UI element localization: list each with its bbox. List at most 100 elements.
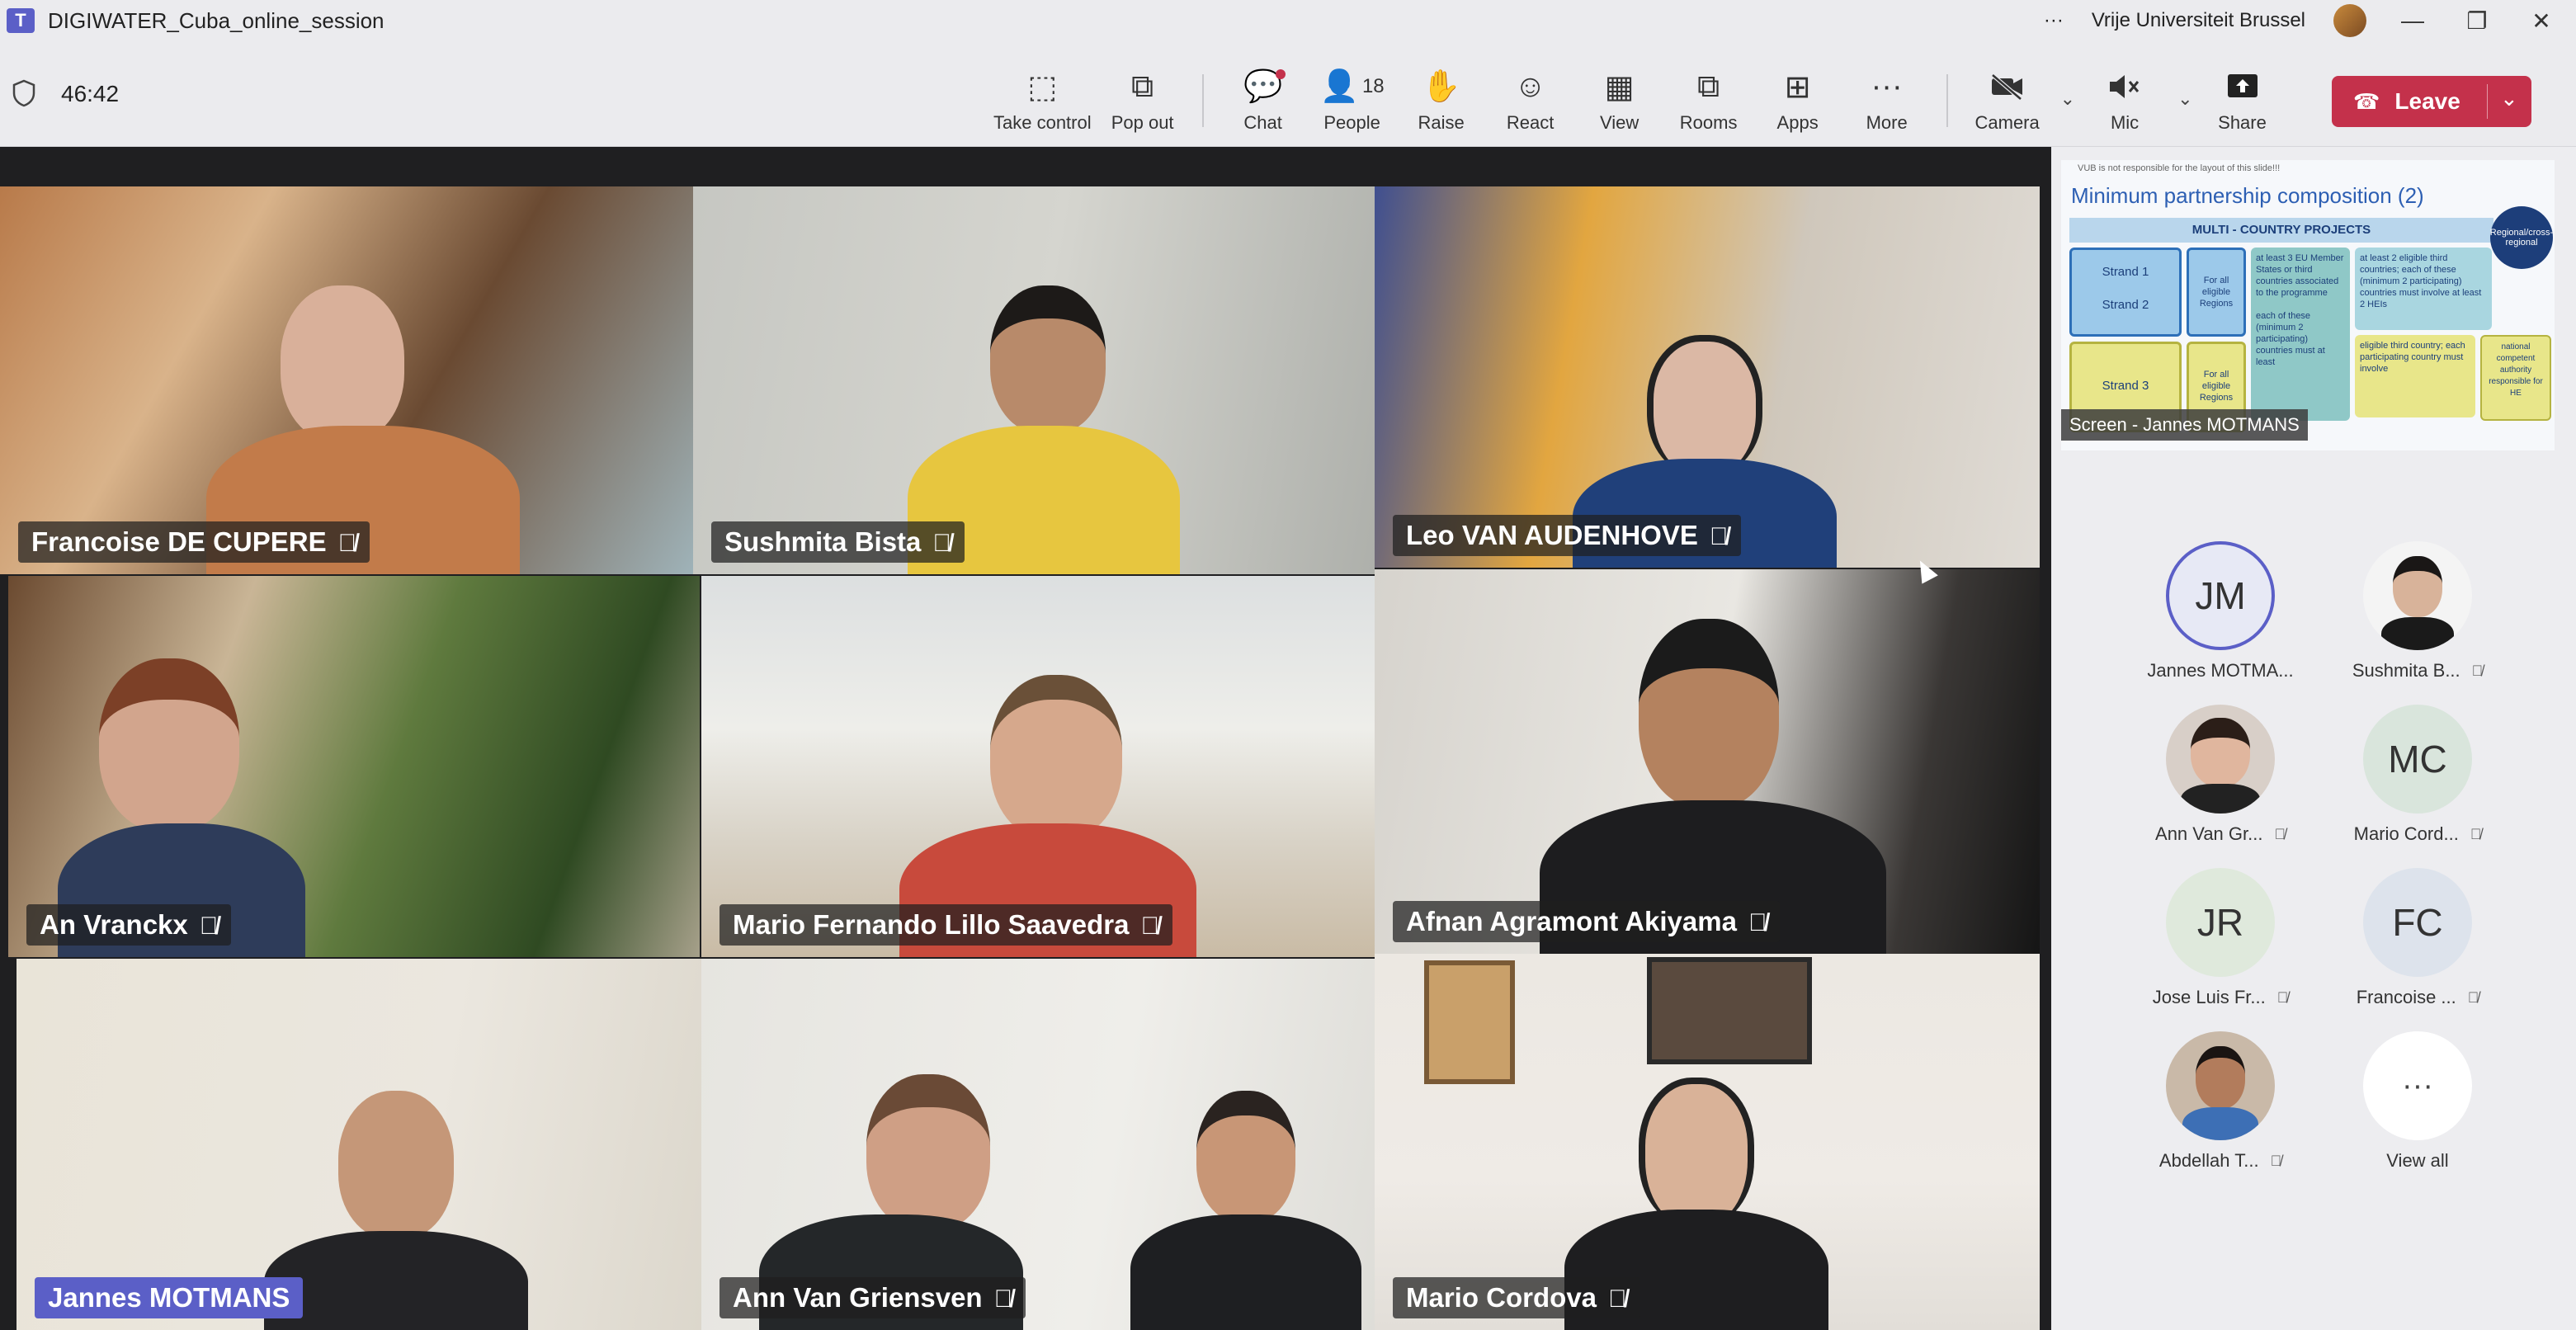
meeting-toolbar: 46:42 ⬚ Take control ⧉ Pop out 💬 Chat 👤 1… [0, 41, 2576, 147]
mic-button[interactable]: Mic [2080, 66, 2169, 140]
mic-muted-icon: 🎙̸ [337, 530, 357, 557]
mic-muted-icon: 🎙̸ [1709, 523, 1729, 550]
leave-button[interactable]: ☎ Leave ⌄ [2332, 76, 2531, 127]
participant-name: Afnan Agramont Akiyama [1406, 906, 1737, 936]
view-all-button[interactable]: ··· View all [2327, 1031, 2508, 1172]
mic-muted-icon: 🎙̸ [2270, 1152, 2282, 1169]
participant-name: Mario Cordova [1406, 1282, 1597, 1313]
video-tile[interactable]: An Vranckx 🎙̸ [8, 576, 700, 957]
more-options-button[interactable]: ··· [2044, 9, 2064, 32]
camera-off-icon [1991, 73, 2022, 101]
roster-participant[interactable]: MC Mario Cord... 🎙̸ [2327, 705, 2508, 845]
roster-participant[interactable]: Sushmita B... 🎙̸ [2327, 541, 2508, 682]
participant-name: Sushmita Bista [724, 526, 922, 557]
video-tile[interactable]: Jannes MOTMANS [17, 959, 701, 1330]
slide-eligible-cell: For all eligible Regions [2187, 248, 2246, 337]
mic-muted-icon: 🎙̸ [2274, 825, 2286, 842]
avatar: FC [2363, 868, 2472, 977]
mic-muted-icon: 🎙̸ [993, 1285, 1013, 1313]
participant-name: Francoise DE CUPERE [31, 526, 327, 557]
rooms-button[interactable]: ⧉ Rooms [1664, 66, 1753, 140]
chat-button[interactable]: 💬 Chat [1219, 66, 1308, 140]
pop-out-button[interactable]: ⧉ Pop out [1098, 66, 1187, 140]
raise-hand-button[interactable]: ✋ Raise [1397, 66, 1486, 140]
participant-name: An Vranckx [40, 909, 188, 940]
raise-hand-icon: ✋ [1421, 69, 1461, 104]
slide-band: MULTI - COUNTRY PROJECTS [2069, 218, 2493, 243]
view-button[interactable]: ▦ View [1575, 66, 1664, 140]
video-tile[interactable]: Mario Cordova 🎙̸ [1375, 954, 2040, 1330]
video-tile[interactable]: Francoise DE CUPERE 🎙̸ [0, 186, 693, 574]
mic-muted-icon: 🎙̸ [2276, 988, 2289, 1006]
video-tile[interactable]: Mario Fernando Lillo Saavedra 🎙̸ [701, 576, 1375, 957]
more-icon: ··· [1871, 68, 1903, 104]
hang-up-icon: ☎ [2353, 88, 2380, 114]
screen-share-label: Screen - Jannes MOTMANS [2061, 409, 2308, 441]
slide-cell: eligible third country; each participati… [2355, 335, 2475, 417]
user-avatar[interactable] [2333, 4, 2366, 37]
maximize-icon[interactable]: ❐ [2459, 7, 2495, 35]
roster-participant[interactable]: Abdellah T... 🎙̸ [2114, 1031, 2327, 1172]
mic-muted-icon: 🎙̸ [1140, 913, 1159, 940]
leave-options-chevron-icon[interactable]: ⌄ [2500, 86, 2518, 111]
meeting-timer: 46:42 [61, 81, 120, 106]
avatar: MC [2363, 705, 2472, 814]
take-control-button[interactable]: ⬚ Take control [987, 66, 1098, 140]
mic-muted-icon: 🎙̸ [199, 913, 219, 940]
participant-roster: JM Jannes MOTMA... Sushmita B... 🎙̸ Ann V… [2114, 541, 2543, 1172]
roster-name: Jose Luis Fr... [2152, 987, 2266, 1007]
toolbar-divider [1201, 74, 1204, 127]
participant-name: Ann Van Griensven [733, 1282, 983, 1313]
share-button[interactable]: Share [2198, 66, 2287, 140]
roster-name: Mario Cord... [2353, 823, 2459, 844]
more-button[interactable]: ··· More [1842, 66, 1932, 140]
title-bar: T DIGIWATER_Cuba_online_session ··· Vrij… [0, 0, 2576, 41]
roster-participant[interactable]: Ann Van Gr... 🎙̸ [2114, 705, 2327, 845]
share-icon [2227, 74, 2258, 97]
mic-muted-icon: 🎙̸ [2470, 825, 2482, 842]
slide-seal: Regional/cross-regional [2490, 206, 2553, 269]
wall-picture [1424, 960, 1515, 1084]
camera-options-chevron-icon[interactable]: ⌄ [2060, 88, 2075, 110]
slide-cell: at least 2 eligible third countries; eac… [2355, 248, 2492, 330]
participant-count: 18 [1361, 75, 1385, 97]
mic-muted-icon: 🎙̸ [1608, 1285, 1627, 1313]
shared-screen-preview[interactable]: VUB is not responsible for the layout of… [2061, 160, 2555, 450]
roster-name: Abdellah T... [2158, 1150, 2259, 1171]
minimize-icon[interactable]: — [2394, 7, 2431, 34]
participant-video [1122, 1091, 1370, 1330]
roster-name: Sushmita B... [2352, 660, 2460, 681]
apps-button[interactable]: ⊞ Apps [1753, 66, 1842, 140]
teams-logo-icon: T [7, 8, 35, 33]
rooms-icon: ⧉ [1697, 68, 1720, 104]
video-tile[interactable]: Leo VAN AUDENHOVE 🎙̸ [1375, 186, 2040, 568]
roster-name: Francoise ... [2356, 987, 2456, 1007]
take-control-icon: ⬚ [1027, 69, 1058, 105]
participant-name: Jannes MOTMANS [48, 1282, 290, 1313]
unread-dot [1276, 69, 1286, 79]
organization-name: Vrije Universiteit Brussel [2091, 9, 2305, 31]
shield-icon [12, 79, 35, 107]
avatar [2363, 541, 2472, 650]
wall-poster [1647, 957, 1812, 1064]
video-tile[interactable]: Afnan Agramont Akiyama 🎙̸ [1375, 569, 2040, 954]
camera-button[interactable]: Camera [1963, 66, 2052, 140]
slide-strand-cell: Strand 1 Strand 2 [2069, 248, 2182, 337]
roster-participant[interactable]: FC Francoise ... 🎙̸ [2327, 868, 2508, 1008]
mic-options-chevron-icon[interactable]: ⌄ [2177, 88, 2192, 110]
roster-name: Jannes MOTMA... [2147, 660, 2294, 681]
react-button[interactable]: ☺ React [1486, 66, 1575, 140]
video-tile[interactable]: Ann Van Griensven 🎙̸ [701, 959, 1375, 1330]
mic-muted-icon: 🎙̸ [932, 530, 951, 557]
slide-title: Minimum partnership composition (2) [2071, 183, 2424, 208]
close-icon[interactable]: ✕ [2523, 7, 2559, 35]
people-icon: 👤 [1319, 69, 1359, 104]
side-panel: VUB is not responsible for the layout of… [2051, 147, 2576, 1330]
roster-participant[interactable]: JR Jose Luis Fr... 🎙̸ [2114, 868, 2327, 1008]
video-tile[interactable]: Sushmita Bista 🎙̸ [693, 186, 1375, 574]
people-button[interactable]: 👤 18 People [1308, 66, 1397, 140]
participant-video [264, 1091, 528, 1330]
react-icon: ☺ [1514, 68, 1547, 104]
roster-participant[interactable]: JM Jannes MOTMA... [2114, 541, 2327, 682]
avatar: JR [2166, 868, 2275, 977]
